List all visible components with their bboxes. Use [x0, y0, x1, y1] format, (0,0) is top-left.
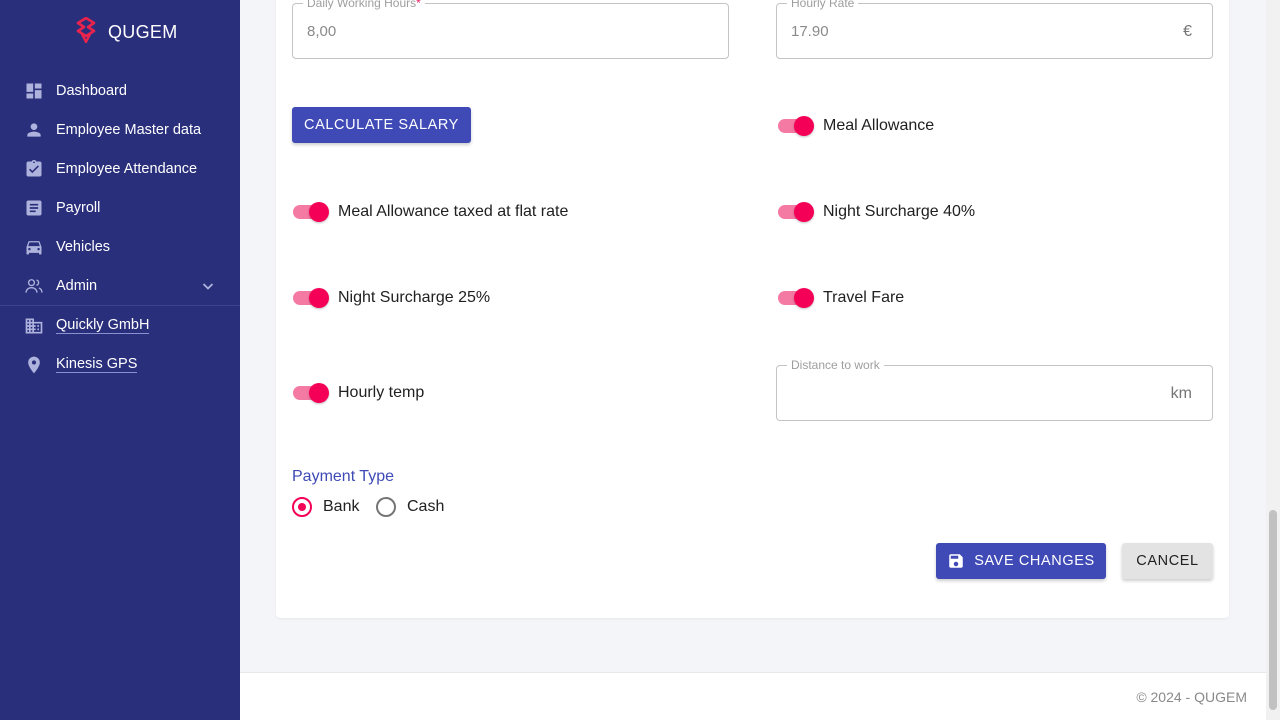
sidebar-item-label: Vehicles	[56, 238, 111, 255]
night-surcharge-40-switch[interactable]	[776, 200, 814, 224]
euro-unit: €	[1183, 23, 1192, 40]
sidebar-nav: Dashboard Employee Master data Employee …	[0, 71, 240, 384]
footer-copyright: © 2024 - QUGEM	[1136, 689, 1247, 705]
hourly-rate-label: Hourly Rate	[787, 0, 859, 10]
page-scrollbar[interactable]	[1266, 0, 1280, 720]
travel-fare-toggle-row: Travel Fare	[776, 286, 904, 310]
sidebar-item-label: Admin	[56, 277, 98, 294]
sidebar-item-employee-master-data[interactable]: Employee Master data	[0, 110, 240, 149]
sidebar-item-label: Quickly GmbH	[56, 317, 150, 334]
meal-allowance-flat-switch[interactable]	[291, 200, 329, 224]
daily-working-hours-field[interactable]: Daily Working Hours* 8,00	[292, 0, 729, 59]
travel-fare-switch[interactable]	[776, 286, 814, 310]
night-surcharge-40-label: Night Surcharge 40%	[823, 203, 976, 220]
chevron-down-icon[interactable]	[200, 278, 216, 294]
scrollbar-thumb[interactable]	[1269, 510, 1277, 710]
bank-radio-label: Bank	[323, 498, 360, 515]
distance-to-work-label: Distance to work	[787, 358, 884, 372]
payment-option-cash[interactable]: Cash	[376, 495, 444, 519]
meal-allowance-flat-toggle-row: Meal Allowance taxed at flat rate	[291, 200, 568, 224]
sidebar-item-employee-attendance[interactable]: Employee Attendance	[0, 149, 240, 188]
sidebar-item-label: Dashboard	[56, 82, 127, 99]
hourly-temp-label: Hourly temp	[338, 384, 425, 401]
receipt-list-icon	[24, 198, 44, 218]
hourly-rate-field[interactable]: Hourly Rate 17.90 €	[776, 0, 1213, 59]
meal-allowance-label: Meal Allowance	[823, 117, 935, 134]
night-surcharge-25-switch[interactable]	[291, 286, 329, 310]
brand-name: QUGEM	[108, 21, 178, 42]
sidebar-item-kinesis-gps[interactable]: Kinesis GPS	[0, 345, 240, 384]
sidebar-item-payroll[interactable]: Payroll	[0, 188, 240, 227]
building-icon	[24, 316, 44, 336]
users-icon	[24, 276, 44, 296]
hourly-rate-value: 17.90	[791, 23, 829, 40]
night-surcharge-40-toggle-row: Night Surcharge 40%	[776, 200, 975, 224]
meal-allowance-switch[interactable]	[776, 114, 814, 138]
sidebar-item-vehicles[interactable]: Vehicles	[0, 227, 240, 266]
sidebar: QUGEM Dashboard Employee Master data Emp…	[0, 0, 240, 720]
meal-allowance-toggle-row: Meal Allowance	[776, 114, 934, 138]
sidebar-item-dashboard[interactable]: Dashboard	[0, 71, 240, 110]
hourly-temp-switch[interactable]	[291, 381, 329, 405]
km-unit: km	[1170, 385, 1192, 402]
travel-fare-label: Travel Fare	[823, 289, 905, 306]
daily-working-hours-label: Daily Working Hours*	[303, 0, 425, 10]
dashboard-icon	[24, 81, 44, 101]
sidebar-item-admin[interactable]: Admin	[0, 266, 240, 305]
sidebar-item-quickly-gmbh[interactable]: Quickly GmbH	[0, 306, 240, 345]
night-surcharge-25-toggle-row: Night Surcharge 25%	[291, 286, 490, 310]
hourly-temp-toggle-row: Hourly temp	[291, 381, 424, 405]
cash-radio-label: Cash	[407, 498, 445, 515]
daily-working-hours-value: 8,00	[307, 23, 337, 40]
save-icon	[947, 552, 965, 570]
car-icon	[24, 237, 44, 257]
sidebar-item-label: Kinesis GPS	[56, 356, 138, 373]
payment-type-title: Payment Type	[292, 468, 394, 485]
salary-form-card: Daily Working Hours* 8,00 Hourly Rate 17…	[276, 0, 1229, 618]
meal-allowance-flat-label: Meal Allowance taxed at flat rate	[338, 203, 569, 220]
bank-radio[interactable]	[292, 497, 312, 517]
night-surcharge-25-label: Night Surcharge 25%	[338, 289, 491, 306]
save-changes-button[interactable]: SAVE CHANGES	[936, 543, 1106, 579]
save-changes-label: SAVE CHANGES	[974, 553, 1095, 569]
footer: © 2024 - QUGEM	[240, 672, 1266, 720]
distance-to-work-field[interactable]: Distance to work km	[776, 358, 1213, 421]
sidebar-item-label: Employee Attendance	[56, 160, 198, 177]
payment-option-bank[interactable]: Bank	[292, 495, 359, 519]
assignment-check-icon	[24, 159, 44, 179]
brand[interactable]: QUGEM	[76, 16, 178, 48]
location-pin-icon	[24, 355, 44, 375]
calculate-salary-button[interactable]: CALCULATE SALARY	[292, 107, 471, 143]
qugem-logo-icon	[76, 16, 96, 48]
sidebar-item-label: Payroll	[56, 199, 101, 216]
sidebar-item-label: Employee Master data	[56, 121, 202, 138]
cash-radio[interactable]	[376, 497, 396, 517]
cancel-button[interactable]: CANCEL	[1122, 543, 1213, 579]
person-icon	[24, 120, 44, 140]
